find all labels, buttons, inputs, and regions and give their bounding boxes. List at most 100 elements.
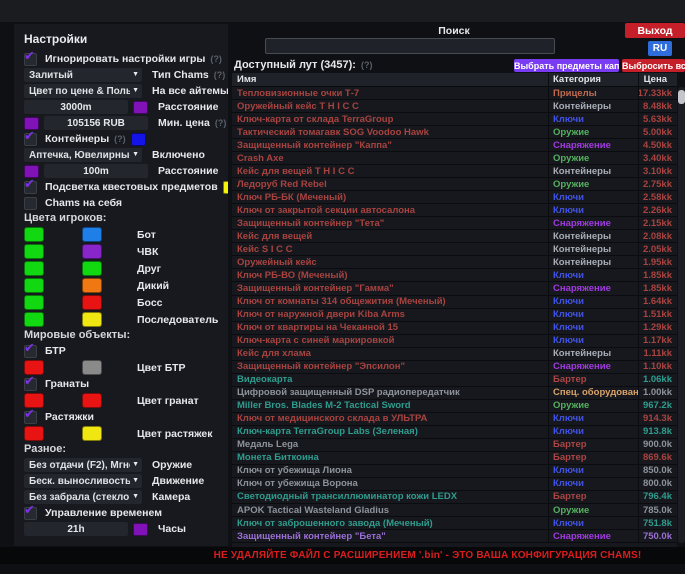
column-header-price[interactable]: Цена [638, 73, 677, 86]
help-hint: (?) [215, 118, 227, 128]
dropdown[interactable]: Без забрала (стекло шлема)▼ [24, 490, 142, 504]
column-header-name[interactable]: Имя [232, 73, 548, 86]
checkbox[interactable]: ✔ [24, 181, 37, 194]
scrollbar-track[interactable] [678, 87, 685, 543]
sidebar-row: 100mРасстояние [14, 164, 228, 178]
loot-table: Имя Категория Цена Тепловизионные очки Т… [232, 73, 677, 547]
color-swatch[interactable] [133, 523, 148, 536]
text-input[interactable]: 3000m [24, 100, 128, 114]
search-input[interactable] [265, 38, 555, 54]
color-swatch[interactable] [24, 244, 44, 259]
loot-row[interactable]: Кейс для хламаКонтейнеры1.11kk [232, 348, 677, 361]
loot-row[interactable]: Ключ от заброшенного завода (Меченый)Клю… [232, 517, 677, 530]
color-swatch[interactable] [82, 278, 102, 293]
chevron-down-icon: ▼ [132, 493, 139, 500]
checkbox[interactable]: ✔ [24, 378, 37, 391]
loot-item-category: Ключи [548, 517, 638, 529]
color-swatch[interactable] [82, 295, 102, 310]
color-swatch[interactable] [82, 227, 102, 242]
text-input[interactable]: 21h [24, 522, 128, 536]
dropdown[interactable]: Беск. выносливость и нет уста▼ [24, 474, 142, 488]
loot-help-hint: (?) [361, 60, 373, 70]
loot-item-name: Оружейный кейс [232, 256, 548, 268]
color-swatch[interactable] [82, 261, 102, 276]
loot-row[interactable]: Ключ от медицинского склада в УЛЬТРАКлюч… [232, 413, 677, 426]
loot-row[interactable]: Ключ-карта TerraGroup Labs (Зеленая)Ключ… [232, 426, 677, 439]
loot-row[interactable]: Ключ от закрытой секции автосалонаКлючи2… [232, 204, 677, 217]
color-swatch[interactable] [82, 244, 102, 259]
dropdown[interactable]: Аптечка, Ювелирные и...▼ [24, 148, 142, 162]
loot-item-price: 1.00kk [638, 387, 677, 399]
color-swatch[interactable] [24, 312, 44, 327]
loot-row[interactable]: Оружейный кейсКонтейнеры1.95kk [232, 256, 677, 269]
color-swatch[interactable] [24, 295, 44, 310]
color-swatch[interactable] [24, 261, 44, 276]
loot-row[interactable]: Тепловизионные очки Т-7Прицелы17.33kk [232, 87, 677, 100]
loot-row[interactable]: Защищенный контейнер "Гамма"Снаряжение1.… [232, 282, 677, 295]
loot-row[interactable]: Цифровой защищенный DSP радиопередатчикС… [232, 387, 677, 400]
loot-row[interactable]: Ключ РБ-ВО (Меченый)Ключи1.85kk [232, 269, 677, 282]
color-swatch[interactable] [24, 278, 44, 293]
control-label: Включено [152, 149, 205, 161]
color-swatch[interactable] [133, 101, 148, 114]
loot-row[interactable]: Кейс для вещей T H I C CКонтейнеры3.10kk [232, 165, 677, 178]
section-header: Цвета игроков: [24, 212, 228, 225]
text-input[interactable]: 105156 RUB [44, 116, 148, 130]
exit-button[interactable]: Выход [625, 23, 685, 38]
loot-row[interactable]: Ключ от комнаты 314 общежития (Меченый)К… [232, 296, 677, 309]
loot-row[interactable]: Оружейный кейс T H I C CКонтейнеры8.48kk [232, 100, 677, 113]
loot-row[interactable]: Защищенный контейнер "Эпсилон"Снаряжение… [232, 361, 677, 374]
loot-row[interactable]: Ледоруб Red RebelОружие2.75kk [232, 178, 677, 191]
checkbox[interactable]: ✔ [24, 345, 37, 358]
loot-row[interactable]: Защищенный контейнер "Бета"Снаряжение750… [232, 530, 677, 543]
color-swatch[interactable] [82, 393, 102, 408]
loot-item-category: Ключи [548, 269, 638, 281]
loot-row[interactable]: Защищенный контейнер "Тета"Снаряжение2.1… [232, 217, 677, 230]
checkbox[interactable]: ✔ [24, 411, 37, 424]
loot-row[interactable]: Ключ от квартиры на Чеканной 15Ключи1.29… [232, 322, 677, 335]
select-kappa-items-button[interactable]: Выбрать предметы каппа [514, 59, 619, 72]
loot-row[interactable]: Ключ-карта от склада TerraGroupКлючи5.63… [232, 113, 677, 126]
language-button[interactable]: RU [648, 41, 672, 56]
loot-row[interactable]: Светодиодный трансиллюминатор кожи LEDXБ… [232, 491, 677, 504]
checkbox[interactable]: ✔ [24, 133, 37, 146]
loot-row[interactable]: Miller Bros. Blades M-2 Tactical SwordОр… [232, 400, 677, 413]
loot-row[interactable]: APOK Tactical Wasteland GladiusОружие785… [232, 504, 677, 517]
checkbox[interactable] [24, 197, 37, 210]
dropdown[interactable]: Без отдачи (F2), Мгновенное п▼ [24, 458, 142, 472]
loot-row[interactable]: Защищенный контейнер "Каппа"Снаряжение4.… [232, 139, 677, 152]
color-swatch[interactable] [223, 181, 228, 194]
loot-item-price: 1.06kk [638, 374, 677, 386]
checkbox[interactable]: ✔ [24, 507, 37, 520]
color-swatch[interactable] [82, 360, 102, 375]
color-swatch[interactable] [82, 426, 102, 441]
color-swatch[interactable] [82, 312, 102, 327]
loot-row[interactable]: Ключ РБ-БК (Меченый)Ключи2.58kk [232, 191, 677, 204]
color-swatch[interactable] [131, 133, 146, 146]
drop-all-button[interactable]: Выбросить все [622, 59, 685, 72]
loot-row[interactable]: Ключ от наружной двери Kiba ArmsКлючи1.5… [232, 309, 677, 322]
checkbox[interactable]: ✔ [24, 53, 37, 66]
loot-row[interactable]: Тактический томагавк SOG Voodoo HawkОруж… [232, 126, 677, 139]
scrollbar-thumb[interactable] [678, 90, 685, 104]
loot-row[interactable]: Монета БиткоинаБартер869.6k [232, 452, 677, 465]
loot-row[interactable]: Кейс для вещейКонтейнеры2.08kk [232, 230, 677, 243]
loot-row[interactable]: Медаль LegaБартер900.0k [232, 439, 677, 452]
loot-row[interactable]: Ключ от убежища ЛионаКлючи850.0k [232, 465, 677, 478]
color-swatch[interactable] [24, 227, 44, 242]
loot-item-name: Кейс для хлама [232, 348, 548, 360]
loot-item-category: Прицелы [548, 87, 638, 99]
loot-row[interactable]: Кейс S I C CКонтейнеры2.05kk [232, 243, 677, 256]
text-input[interactable]: 100m [44, 164, 148, 178]
loot-item-name: Защищенный контейнер "Тета" [232, 217, 548, 229]
loot-row[interactable]: Ключ от убежища ВоронаКлючи800.0k [232, 478, 677, 491]
loot-item-name: Ключ от квартиры на Чеканной 15 [232, 322, 548, 334]
loot-row[interactable]: ВидеокартаБартер1.06kk [232, 374, 677, 387]
loot-item-name: Ключ-карта с синей маркировкой [232, 335, 548, 347]
loot-row[interactable]: Ключ-карта с синей маркировкойКлючи1.17k… [232, 335, 677, 348]
loot-row[interactable]: Crash AxeОружие3.40kk [232, 152, 677, 165]
column-header-category[interactable]: Категория [548, 73, 638, 86]
dropdown[interactable]: Цвет по цене & Пользователь▼ [24, 84, 142, 98]
color-swatch[interactable] [24, 426, 44, 441]
dropdown[interactable]: Залитый▼ [24, 68, 142, 82]
